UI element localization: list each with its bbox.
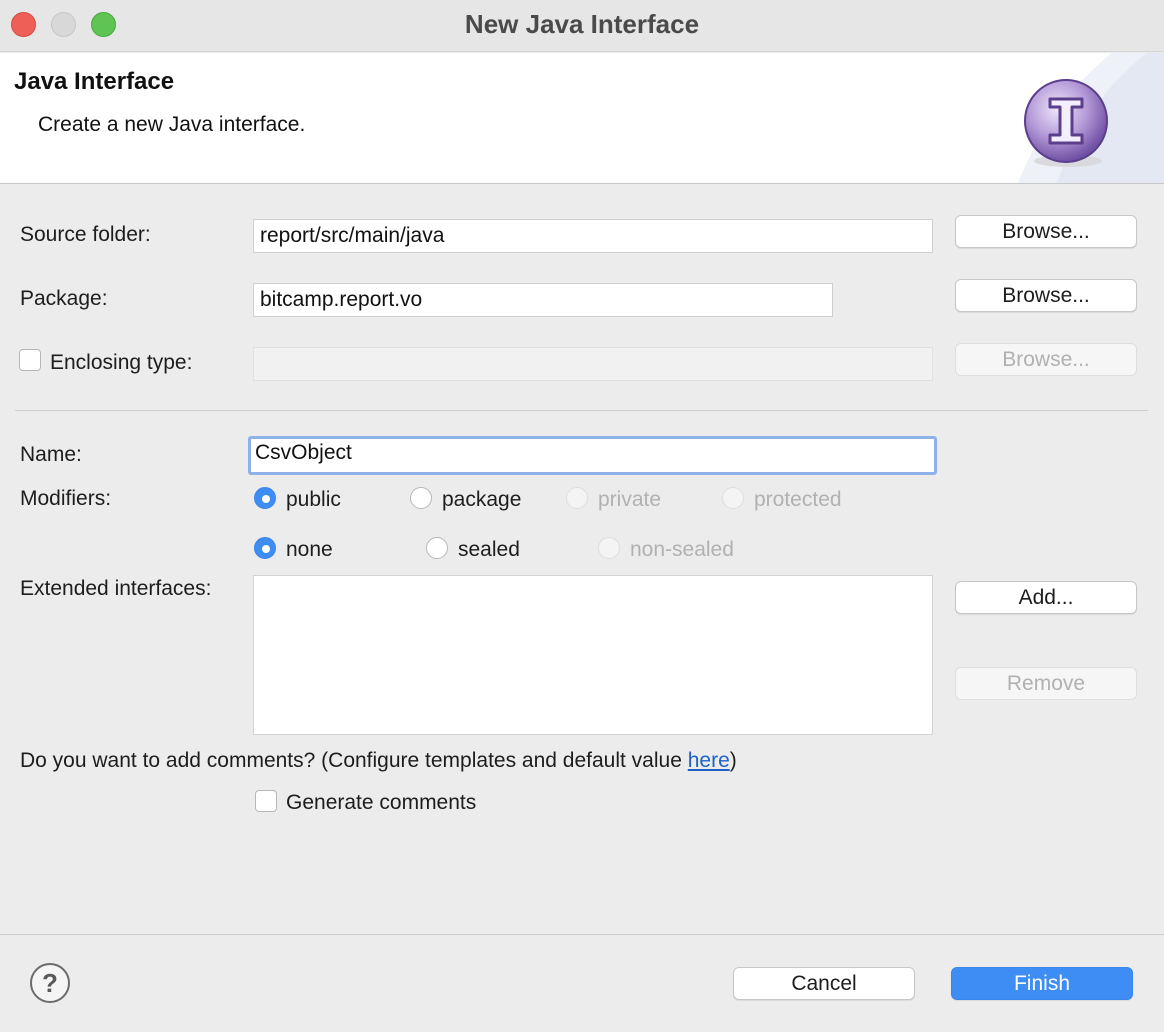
name-label: Name: (20, 443, 82, 466)
comments-prompt-text: Do you want to add comments? (Configure … (20, 749, 688, 772)
package-browse-button[interactable]: Browse... (955, 279, 1137, 312)
section-separator (15, 410, 1148, 411)
wizard-description: Create a new Java interface. (38, 113, 306, 136)
enclosing-type-field (253, 347, 933, 381)
cancel-button[interactable]: Cancel (733, 967, 915, 1000)
source-folder-browse-button[interactable]: Browse... (955, 215, 1137, 248)
none-radio[interactable] (254, 537, 276, 559)
non-sealed-radio (598, 537, 620, 559)
public-radio-label: public (286, 488, 341, 511)
generate-comments-label: Generate comments (286, 791, 477, 814)
protected-radio-label: protected (754, 488, 842, 511)
add-interface-button[interactable]: Add... (955, 581, 1137, 614)
remove-interface-button: Remove (955, 667, 1137, 700)
name-field[interactable]: CsvObject (248, 436, 937, 475)
interface-icon (1024, 79, 1108, 167)
comments-prompt-suffix: ) (729, 749, 737, 772)
sealed-radio[interactable] (426, 537, 448, 559)
title-bar: New Java Interface (0, 0, 1164, 52)
protected-radio (722, 487, 744, 509)
help-icon[interactable]: ? (30, 963, 70, 1003)
generate-comments-checkbox[interactable] (255, 790, 277, 812)
package-radio[interactable] (410, 487, 432, 509)
window-title: New Java Interface (464, 9, 700, 39)
private-radio-label: private (598, 488, 662, 511)
enclosing-type-checkbox[interactable] (19, 349, 41, 371)
enclosing-type-browse-button: Browse... (955, 343, 1137, 376)
none-radio-label: none (286, 538, 333, 561)
wizard-header: Java Interface Create a new Java interfa… (0, 53, 1164, 184)
wizard-title: Java Interface (14, 68, 175, 95)
non-sealed-radio-label: non-sealed (630, 538, 734, 561)
sealed-radio-label: sealed (458, 538, 520, 561)
package-field[interactable]: bitcamp.report.vo (253, 283, 833, 317)
source-folder-field[interactable]: report/src/main/java (253, 219, 933, 253)
source-folder-label: Source folder: (20, 223, 151, 246)
modifiers-label: Modifiers: (20, 487, 112, 510)
enclosing-type-label: Enclosing type: (50, 351, 193, 374)
extended-interfaces-label: Extended interfaces: (20, 577, 212, 600)
package-radio-label: package (442, 488, 522, 511)
package-label: Package: (20, 287, 108, 310)
finish-button[interactable]: Finish (951, 967, 1133, 1000)
comments-prompt: Do you want to add comments? (Configure … (20, 749, 737, 773)
footer-separator (0, 934, 1164, 935)
private-radio (566, 487, 588, 509)
extended-interfaces-list[interactable] (253, 575, 933, 735)
configure-templates-link[interactable]: here (688, 749, 730, 772)
public-radio[interactable] (254, 487, 276, 509)
